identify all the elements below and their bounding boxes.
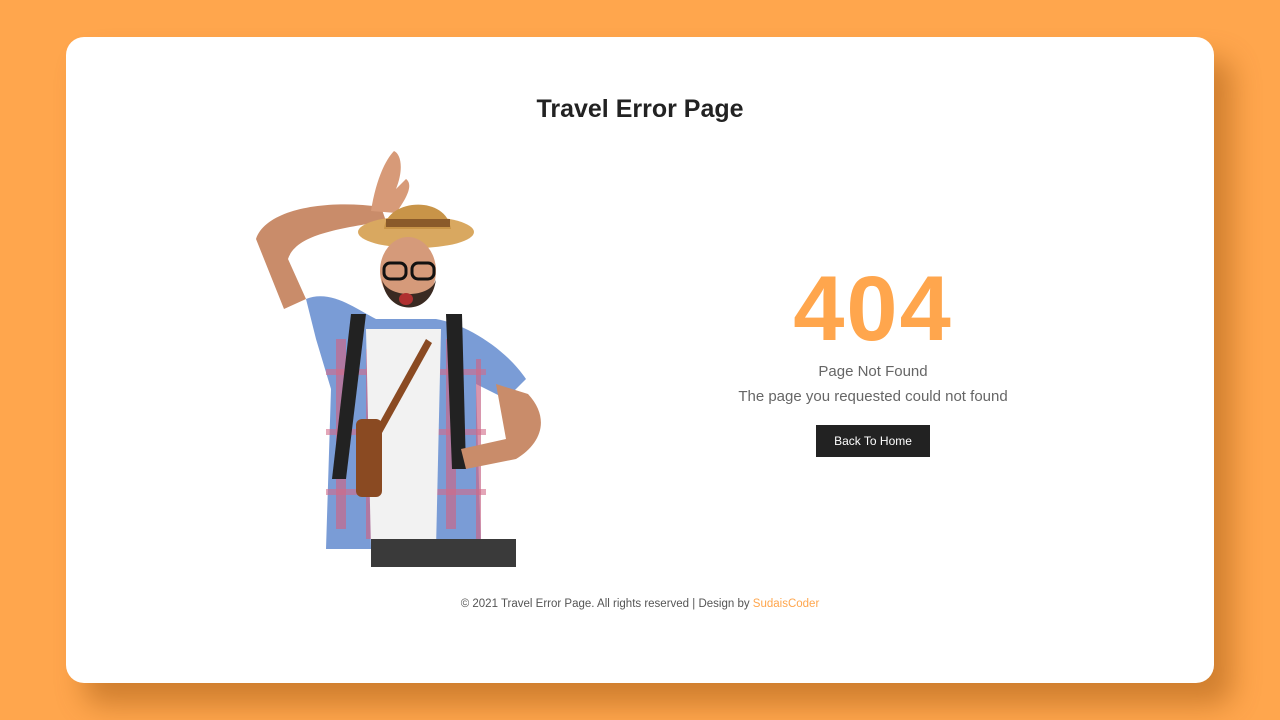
- page-title: Travel Error Page: [536, 95, 744, 123]
- footer: © 2021 Travel Error Page. All rights res…: [66, 598, 1214, 610]
- error-content: 404 Page Not Found The page you requeste…: [706, 263, 1040, 457]
- error-card: Travel Error Page 404 Page Not Found The…: [66, 37, 1214, 683]
- back-to-home-button[interactable]: Back To Home: [816, 425, 930, 457]
- error-message: The page you requested could not found: [738, 388, 1008, 405]
- footer-copyright: © 2021 Travel Error Page. All rights res…: [460, 598, 750, 610]
- error-heading: Page Not Found: [818, 363, 928, 380]
- error-code: 404: [793, 258, 953, 360]
- tourist-illustration: [256, 151, 541, 567]
- author-link[interactable]: SudaisCoder: [753, 598, 819, 610]
